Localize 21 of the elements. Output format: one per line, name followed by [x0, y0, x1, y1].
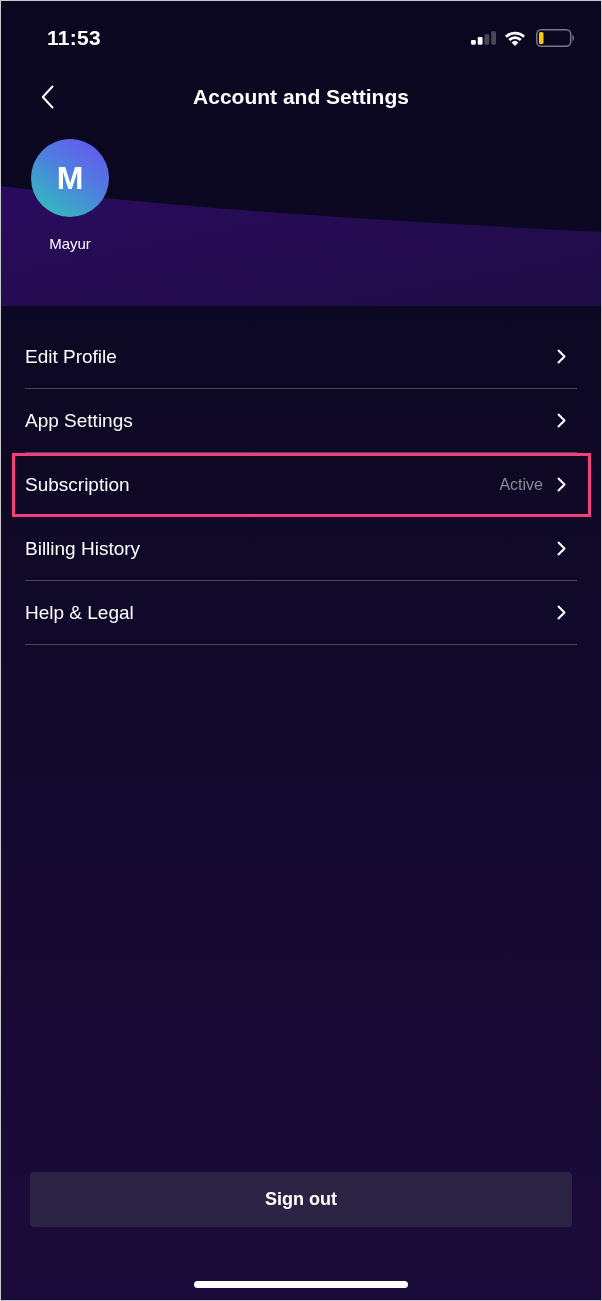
menu-item[interactable]: Subscription Active	[25, 453, 577, 517]
menu-item[interactable]: Billing History	[25, 517, 577, 581]
menu-item[interactable]: Edit Profile	[25, 325, 577, 389]
status-text: Active	[499, 475, 543, 494]
chevron-right-icon	[557, 605, 566, 620]
sign-out-button[interactable]: Sign out	[30, 1172, 572, 1227]
wifi-icon	[504, 29, 526, 46]
status-time: 11:53	[47, 25, 102, 50]
avatar[interactable]: M	[31, 139, 109, 217]
screen-title: Account and Settings	[193, 85, 409, 109]
battery-icon	[536, 28, 575, 47]
menu-item[interactable]: Help & Legal	[25, 581, 577, 645]
chevron-right-icon	[557, 413, 566, 428]
chevron-right-icon	[557, 477, 566, 492]
chevron-right-icon	[557, 541, 566, 556]
menu-item[interactable]: App Settings	[25, 389, 577, 453]
chevron-right-icon	[557, 349, 566, 364]
back-button[interactable]	[41, 85, 54, 109]
chevron-left-icon	[41, 85, 54, 109]
profile-name: Mayur	[49, 234, 91, 254]
signal-icon	[471, 30, 496, 45]
